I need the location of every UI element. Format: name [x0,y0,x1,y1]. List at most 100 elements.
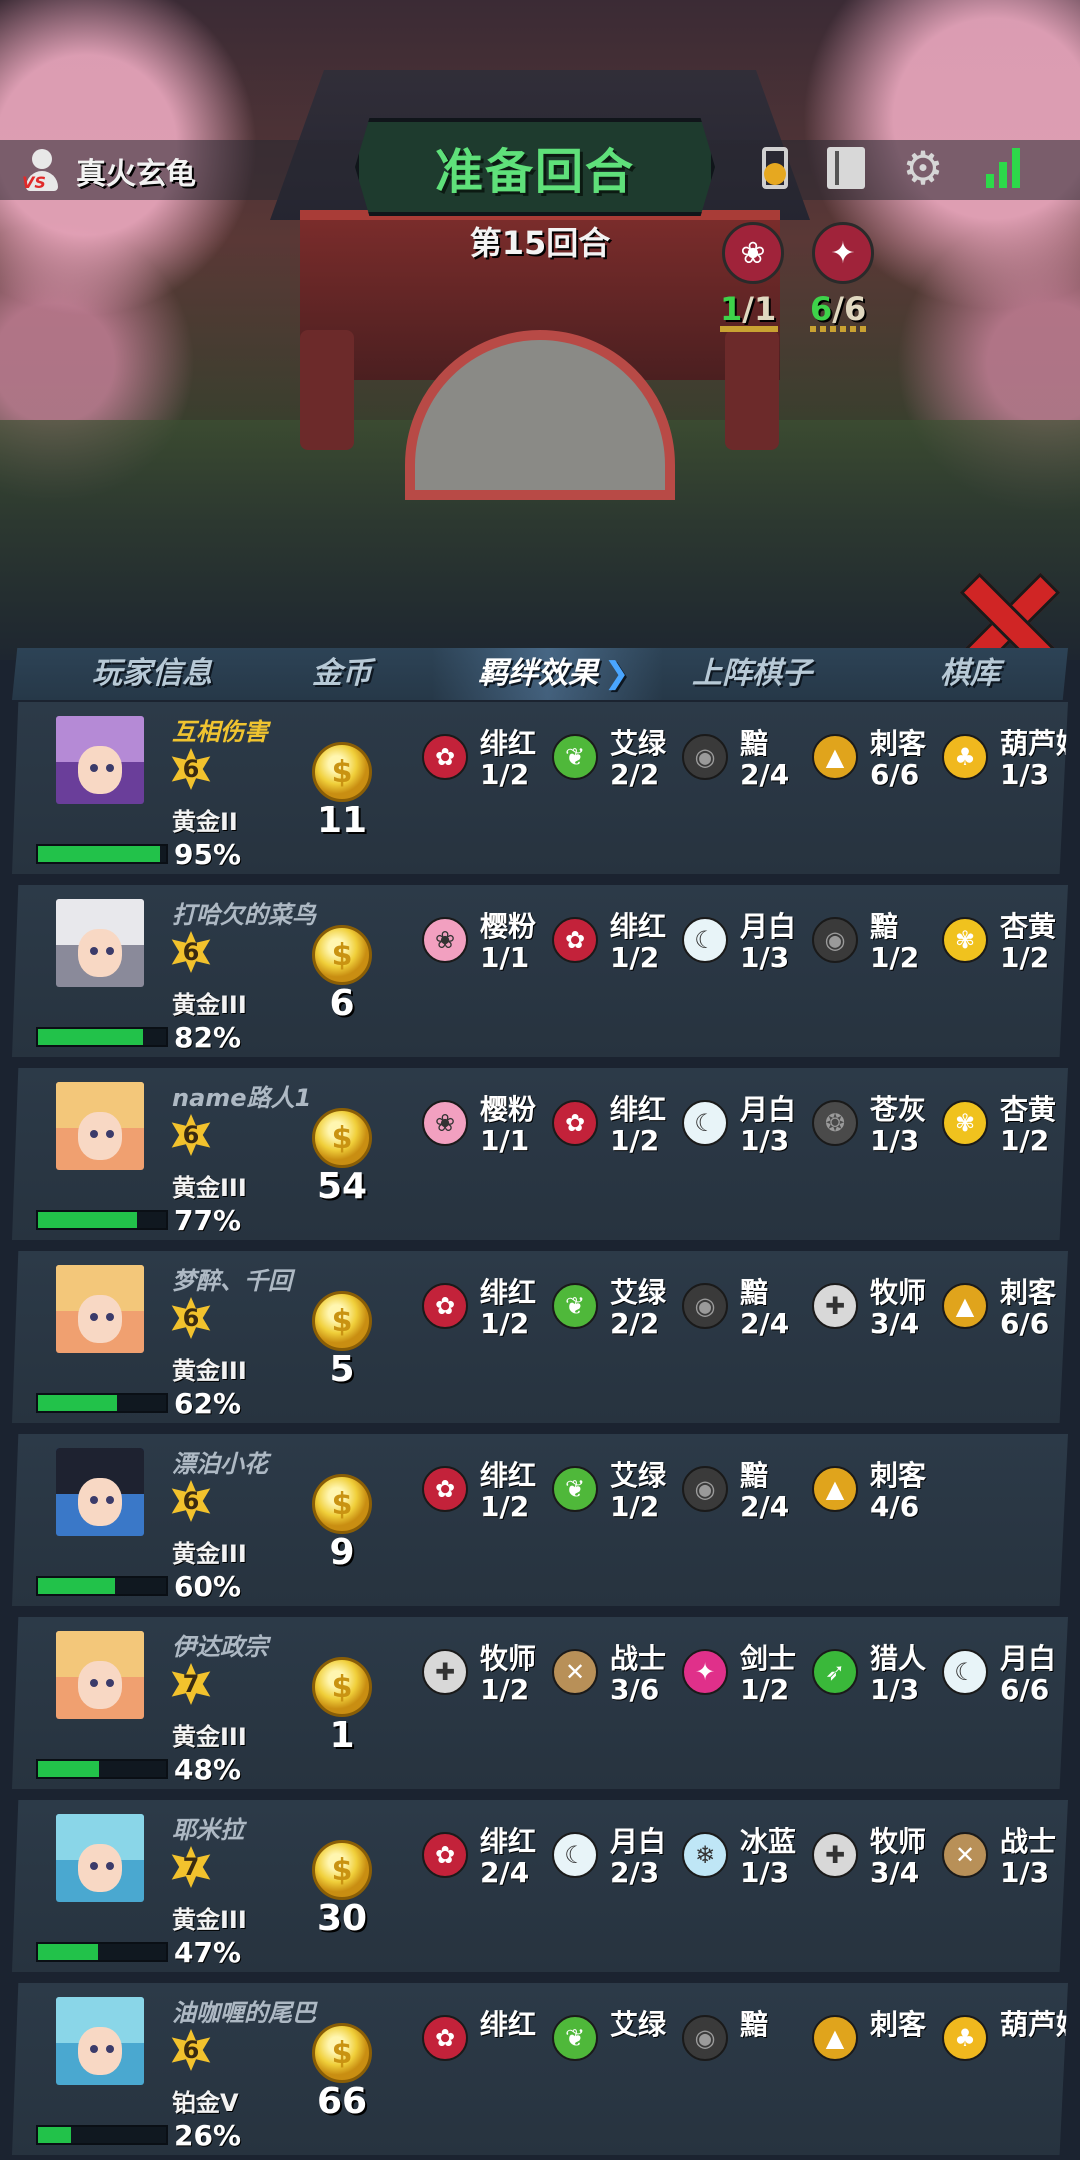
rose-icon: ✿ [422,1466,468,1512]
bond-item[interactable]: ✕ 战士 3/6 [552,1637,682,1717]
gold-coin-icon: $ [312,1474,372,1534]
player-row[interactable]: 互相伤害 6 黄金II 95% $11 ✿ 绯红 1/2 ❦ 艾绿 2/2 ◉ 黯 2/4 ▲ 刺客 6/6 ♣ 葫… [12,702,1068,874]
player-row[interactable]: 伊达政宗 7 黄金III 48% $1 ✚ 牧师 1/2 ✕ 战士 3/6 ✦ 剑士 1/2 ➶ 猎人 1/3 ☾… [12,1617,1068,1789]
bond-count: 1/2 [610,1490,660,1523]
avatar-eye [90,1313,98,1321]
player-row[interactable]: 漂泊小花 6 黄金III 60% $9 ✿ 绯红 1/2 ❦ 艾绿 1/2 ◉ 黯 2/4 ▲ 刺客 4/6 [12,1434,1068,1606]
hp-bar [36,2125,168,2145]
player-row[interactable]: name路人1 6 黄金III 77% $54 ❀ 樱粉 1/1 ✿ 绯红 1/2 ☾ 月白 1/3 ❂ 苍灰… [12,1068,1068,1240]
bond-item[interactable]: ✾ 杏黄 1/2 [942,1088,1068,1168]
hp-bar-fill [38,2127,72,2143]
settings-gear-icon[interactable]: ⚙ [900,145,946,191]
bond-item[interactable]: ❦ 艾绿 1/2 [552,1454,682,1534]
player-avatar[interactable] [56,1265,144,1353]
player-rank: 黄金III [172,1540,247,1568]
bond-item[interactable]: ✾ 杏黄 1/2 [942,905,1068,985]
bond-item[interactable]: ✚ 牧师 3/4 [812,1271,942,1351]
bond-item[interactable]: ✿ 绯红 1/2 [422,1271,552,1351]
avatar-face [78,1295,122,1343]
bond-item[interactable]: ♣ 葫芦娃 1/3 [942,722,1068,802]
gold-coin-icon: $ [312,1840,372,1900]
assassin-icon: ▲ [942,1283,988,1329]
bond-item[interactable]: ❂ 苍灰 1/3 [812,1088,942,1168]
player-row[interactable]: 梦醉、千回 6 黄金III 62% $5 ✿ 绯红 1/2 ❦ 艾绿 2/2 ◉ 黯 2/4 ✚ 牧师 3/4 ▲… [12,1251,1068,1423]
bond-count: 2/4 [740,1490,790,1523]
player-row[interactable]: 耶米拉 7 黄金III 47% $30 ✿ 绯红 2/4 ☾ 月白 2/3 ❄ 冰蓝 1/3 ✚ 牧师 3/4 ✕… [12,1800,1068,1972]
phase-label: 准备回合 [434,144,635,200]
bond-name: 绯红 [480,1459,537,1492]
player-vs-icon: VS [22,149,62,193]
bond-item[interactable]: ✿ 绯红 1/2 [422,1454,552,1534]
bond-item[interactable]: ➶ 猎人 1/3 [812,1637,942,1717]
bond-item[interactable]: ❦ 艾绿 [552,2003,682,2083]
bond-item[interactable]: ▲ 刺客 6/6 [812,722,942,802]
bond-item[interactable]: ✚ 牧师 3/4 [812,1820,942,1900]
bond-item[interactable]: ❦ 艾绿 2/2 [552,722,682,802]
bond-item[interactable]: ✿ 绯红 1/2 [422,722,552,802]
gold-amount: 9 [329,1532,355,1573]
hp-bar [36,1942,168,1962]
sakura-icon[interactable]: ❀ [722,222,784,284]
handbook-icon[interactable] [823,145,869,191]
hp-bar-fill [38,1578,115,1594]
bond-name: 樱粉 [480,910,537,943]
bond-item[interactable]: ◉ 黯 [682,2003,812,2083]
player-row[interactable]: 打哈欠的菜鸟 6 黄金III 82% $6 ❀ 樱粉 1/1 ✿ 绯红 1/2 ☾ 月白 1/3 ◉ 黯 1/2… [12,885,1068,1057]
tab-player-info[interactable]: 玩家信息 [92,648,212,700]
bond-item[interactable]: ◉ 黯 2/4 [682,722,812,802]
player-row[interactable]: 油咖喱的尾巴 6 铂金V 26% $66 ✿ 绯红 ❦ 艾绿 ◉ 黯 ▲ 刺客 ♣ 葫芦娃 [12,1983,1068,2155]
self-player-info[interactable]: VS 真火玄龟 [22,146,196,196]
bond-item[interactable]: ◉ 黯 2/4 [682,1454,812,1534]
bond-item[interactable]: ✿ 绯红 2/4 [422,1820,552,1900]
bond-count: 1/1 [480,1124,530,1157]
bond-item[interactable]: ✿ 绯红 [422,2003,552,2083]
level-star-badge: 6 [171,1114,211,1156]
player-avatar[interactable] [56,716,144,804]
bond-item[interactable]: ✕ 战士 1/3 [942,1820,1068,1900]
bond-item[interactable]: ❀ 樱粉 1/1 [422,1088,552,1168]
bond-name: 月白 [740,1093,797,1126]
player-avatar[interactable] [56,1082,144,1170]
bond-name: 刺客 [870,2008,927,2041]
synergy-count: 6/6 [810,290,866,328]
player-avatar[interactable] [56,899,144,987]
bond-name: 月白 [1000,1642,1057,1675]
bond-item[interactable]: ✿ 绯红 1/2 [552,1088,682,1168]
switch-device-icon[interactable] [752,145,798,191]
bond-item[interactable]: ❦ 艾绿 2/2 [552,1271,682,1351]
bond-count: 1/3 [1000,1856,1050,1889]
bond-item[interactable]: ▲ 刺客 6/6 [942,1271,1068,1351]
avatar-eye [106,1130,114,1138]
bond-item[interactable]: ✚ 牧师 1/2 [422,1637,552,1717]
gold-amount: 6 [329,983,355,1024]
blade-icon[interactable]: ✦ [812,222,874,284]
hp-bar-fill [38,846,160,862]
bond-item[interactable]: ▲ 刺客 4/6 [812,1454,942,1534]
bond-item[interactable]: ❄ 冰蓝 1/3 [682,1820,812,1900]
player-name: 打哈欠的菜鸟 [172,901,316,929]
signal-strength-icon [980,145,1026,191]
player-avatar[interactable] [56,1997,144,2085]
tab-library[interactable]: 棋库 [940,648,1000,700]
tab-deployed[interactable]: 上阵棋子 [692,648,812,700]
bond-item[interactable]: ▲ 刺客 [812,2003,942,2083]
bond-count: 1/2 [480,1490,530,1523]
bond-item[interactable]: ✿ 绯红 1/2 [552,905,682,985]
bond-item[interactable]: ☾ 月白 1/3 [682,1088,812,1168]
player-avatar[interactable] [56,1814,144,1902]
bond-item[interactable]: ✦ 剑士 1/2 [682,1637,812,1717]
player-avatar[interactable] [56,1448,144,1536]
tab-bonds[interactable]: 羁绊效果 ❯ [432,648,664,700]
bond-item[interactable]: ◉ 黯 2/4 [682,1271,812,1351]
bond-item[interactable]: ♣ 葫芦娃 [942,2003,1068,2083]
bond-item[interactable]: ◉ 黯 1/2 [812,905,942,985]
bond-item[interactable]: ❀ 樱粉 1/1 [422,905,552,985]
bond-item[interactable]: ☾ 月白 2/3 [552,1820,682,1900]
avatar-eye [90,1679,98,1687]
player-avatar[interactable] [56,1631,144,1719]
tab-gold[interactable]: 金币 [312,648,372,700]
bond-item[interactable]: ☾ 月白 1/3 [682,905,812,985]
bond-name: 樱粉 [480,1093,537,1126]
rose-icon: ✿ [422,1832,468,1878]
bond-item[interactable]: ☾ 月白 6/6 [942,1637,1068,1717]
